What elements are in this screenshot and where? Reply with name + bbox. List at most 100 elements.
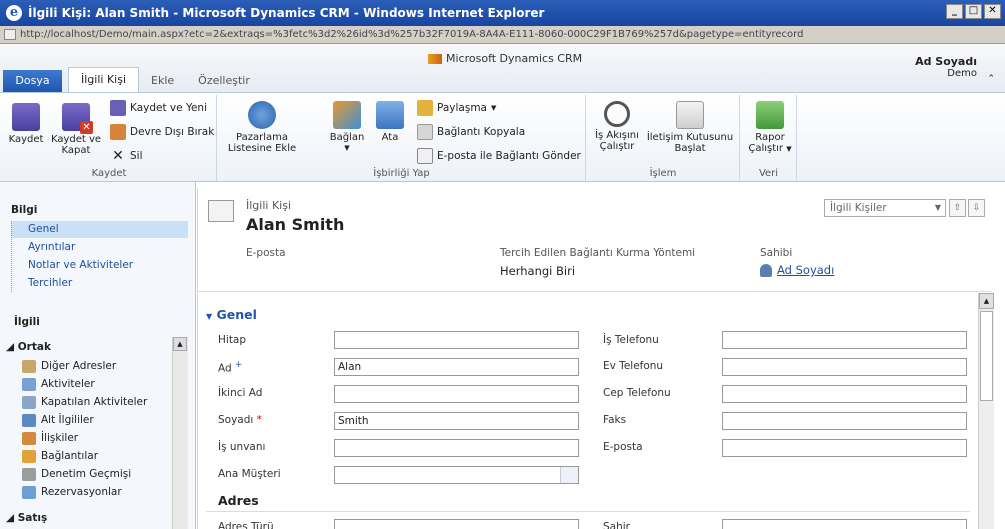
relationships-icon — [22, 431, 36, 445]
view-selector[interactable]: İlgili Kişiler ▼ — [824, 199, 946, 217]
ribbon-group-save: Kaydet ✕ Kaydet ve Kapat Kaydet ve Yeni … — [2, 95, 217, 181]
middle-name-field[interactable] — [334, 385, 579, 403]
left-navigation: Bilgi Genel Ayrıntılar Notlar ve Aktivit… — [0, 182, 196, 529]
nav-sub-bookings[interactable]: Rezervasyonlar — [22, 483, 122, 501]
assign-button[interactable]: Ata — [370, 101, 410, 143]
dropdown-arrow-icon: ▼ — [786, 145, 792, 153]
maximize-button[interactable]: □ — [965, 4, 982, 19]
nav-sub-sub-contacts[interactable]: Alt İlgililer — [22, 411, 94, 429]
business-phone-field[interactable] — [722, 331, 967, 349]
start-dialog-label: İletişim Kutusunu Başlat — [646, 132, 734, 154]
scroll-thumb[interactable] — [980, 311, 993, 401]
deactivate-icon — [110, 124, 126, 140]
nav-sub-label: Bağlantılar — [41, 450, 99, 462]
next-record-button[interactable]: ⇩ — [968, 199, 985, 217]
nav-sub-closed-activities[interactable]: Kapatılan Aktiviteler — [22, 393, 147, 411]
crm-logo: Microsoft Dynamics CRM — [428, 52, 582, 65]
assign-label: Ata — [381, 132, 399, 143]
nav-common-group[interactable]: ◢ Ortak — [6, 341, 51, 353]
save-new-button[interactable]: Kaydet ve Yeni — [110, 100, 207, 116]
deactivate-button[interactable]: Devre Dışı Bırak — [110, 124, 214, 140]
copy-link-icon — [417, 124, 433, 140]
required-mark: * — [256, 414, 262, 426]
ship-label: Sahir — [603, 521, 630, 529]
owner-link[interactable]: Ad Soyadı — [760, 263, 834, 277]
copy-link-button[interactable]: Bağlantı Kopyala — [417, 124, 525, 140]
nav-sales-group[interactable]: ◢ Satış — [6, 512, 47, 524]
save-close-button[interactable]: ✕ Kaydet ve Kapat — [48, 103, 104, 156]
address-icon — [22, 359, 36, 373]
user-info[interactable]: Ad Soyadı Demo — [915, 55, 977, 79]
window-controls: _ □ ✕ — [946, 4, 1001, 19]
form-scrollbar[interactable]: ▲ — [978, 293, 994, 529]
ribbon-group-process: İş Akışını Çalıştır İletişim Kutusunu Ba… — [587, 95, 740, 181]
nav-sub-connections[interactable]: Bağlantılar — [22, 447, 98, 465]
address-text: http://localhost/Demo/main.aspx?etc=2&ex… — [20, 29, 804, 40]
ribbon-group-collaborate: Pazarlama Listesine Ekle Bağlan ▼ Ata Pa… — [218, 95, 586, 181]
address-type-select[interactable] — [334, 519, 579, 529]
user-name: Ad Soyadı — [915, 55, 977, 68]
connect-button[interactable]: Bağlan ▼ — [322, 101, 372, 154]
nav-sub-label: Diğer Adresler — [41, 360, 117, 372]
lookup-magnifier-icon[interactable] — [560, 467, 578, 483]
tab-contact[interactable]: İlgili Kişi — [68, 67, 140, 92]
email-link-button[interactable]: E-posta ile Bağlantı Gönder — [417, 148, 581, 164]
start-dialog-button[interactable]: İletişim Kutusunu Başlat — [643, 101, 737, 154]
tab-insert[interactable]: Ekle — [139, 70, 186, 92]
tab-file[interactable]: Dosya — [3, 70, 62, 92]
section-general-header[interactable]: ▼ Genel — [206, 307, 257, 322]
address-bar[interactable]: http://localhost/Demo/main.aspx?etc=2&ex… — [0, 26, 1005, 44]
nav-sub-label: Alt İlgililer — [41, 414, 94, 426]
home-phone-label: Ev Telefonu — [603, 360, 664, 372]
mobile-phone-field[interactable] — [722, 385, 967, 403]
chevron-up-icon[interactable]: ⌃ — [987, 74, 995, 84]
save-button[interactable]: Kaydet — [6, 103, 46, 145]
previous-record-button[interactable]: ⇧ — [949, 199, 966, 217]
scroll-up-icon[interactable]: ▲ — [979, 293, 994, 309]
minimize-button[interactable]: _ — [946, 4, 963, 19]
nav-sub-label: Kapatılan Aktiviteler — [41, 396, 148, 408]
scroll-up-icon[interactable]: ▲ — [173, 337, 187, 351]
nav-common-label: Ortak — [17, 341, 51, 353]
nav-scrollbar[interactable]: ▲ — [172, 337, 188, 529]
run-report-button[interactable]: Rapor Çalıştır ▼ — [745, 101, 795, 155]
share-folder-icon — [417, 100, 433, 116]
first-name-field[interactable]: Alan — [334, 358, 579, 376]
add-marketing-list-button[interactable]: Pazarlama Listesine Ekle — [222, 101, 302, 154]
last-name-field[interactable]: Smith — [334, 412, 579, 430]
nav-item-notes[interactable]: Notlar ve Aktiviteler — [11, 257, 188, 274]
salutation-field[interactable] — [334, 331, 579, 349]
nav-sub-other-addresses[interactable]: Diğer Adresler — [22, 357, 116, 375]
save-close-icon: ✕ — [62, 103, 93, 134]
save-label: Kaydet — [8, 134, 44, 145]
delete-button[interactable]: ✕ Sil — [110, 148, 142, 164]
nav-sub-label: Rezervasyonlar — [41, 486, 122, 498]
start-workflow-button[interactable]: İş Akışını Çalıştır — [591, 101, 643, 152]
tab-customize[interactable]: Özelleştir — [186, 70, 262, 92]
last-name-label-text: Soyadı — [218, 414, 254, 426]
share-button[interactable]: Paylaşma ▼ — [417, 100, 496, 116]
ship-field[interactable] — [722, 519, 967, 529]
owner-label: Sahibi — [760, 247, 793, 259]
email-field[interactable] — [722, 439, 967, 457]
parent-customer-field[interactable] — [334, 466, 579, 484]
nav-sub-label: Aktiviteler — [41, 378, 95, 390]
close-button[interactable]: ✕ — [984, 4, 1001, 19]
ribbon: Kaydet ✕ Kaydet ve Kapat Kaydet ve Yeni … — [0, 92, 1005, 182]
share-label: Paylaşma — [437, 102, 487, 114]
job-title-field[interactable] — [334, 439, 579, 457]
form-body: ▼ Genel Hitap Ad + Alan İkinci Ad Soyadı… — [198, 293, 992, 529]
first-name-label: Ad + — [218, 360, 242, 375]
nav-item-preferences[interactable]: Tercihler — [11, 275, 188, 292]
nav-item-general[interactable]: Genel — [11, 221, 188, 238]
fax-field[interactable] — [722, 412, 967, 430]
nav-item-details[interactable]: Ayrıntılar — [11, 239, 188, 256]
address-type-label: Adres Türü — [218, 521, 274, 529]
page-icon — [4, 29, 16, 40]
nav-sub-activities[interactable]: Aktiviteler — [22, 375, 95, 393]
connect-label: Bağlan — [329, 132, 365, 143]
nav-sub-audit-history[interactable]: Denetim Geçmişi — [22, 465, 131, 483]
nav-sub-relationships[interactable]: İlişkiler — [22, 429, 78, 447]
home-phone-field[interactable] — [722, 358, 967, 376]
dropdown-arrow-icon: ▼ — [344, 144, 350, 152]
